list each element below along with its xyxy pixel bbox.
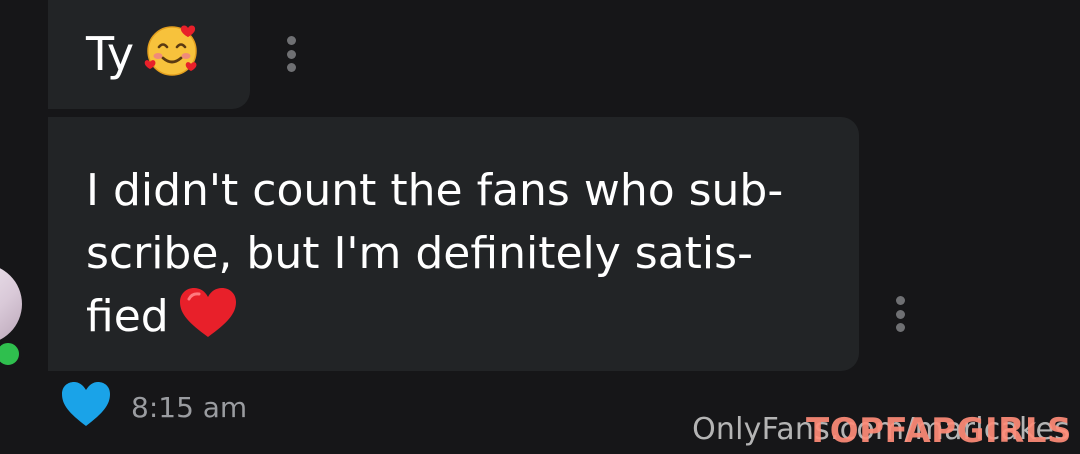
message-options-icon[interactable] — [895, 296, 905, 332]
red-heart-icon — [179, 288, 236, 337]
blue-heart-icon[interactable] — [60, 380, 112, 428]
message-timestamp: 8:15 am — [131, 391, 248, 424]
message-line: scribe, but I'm definitely satis- — [86, 228, 753, 279]
message-bubble[interactable]: I didn't count the fans who sub- scribe,… — [48, 117, 859, 371]
message-text: I didn't count the fans who sub- scribe,… — [86, 159, 826, 348]
smiling-face-with-hearts-icon — [144, 25, 197, 76]
message-text: Ty — [86, 22, 200, 82]
message-bubble[interactable]: Ty — [48, 0, 250, 109]
sender-avatar[interactable] — [0, 264, 22, 344]
message-options-icon[interactable] — [286, 36, 296, 72]
message-line: I didn't count the fans who sub- — [86, 165, 784, 216]
message-line: fied — [86, 291, 169, 342]
online-status-indicator — [0, 340, 22, 368]
message-line-last: fied — [86, 285, 826, 348]
brand-watermark: TOPFAPGIRLS — [806, 411, 1072, 451]
message-text-content: Ty — [86, 27, 135, 81]
